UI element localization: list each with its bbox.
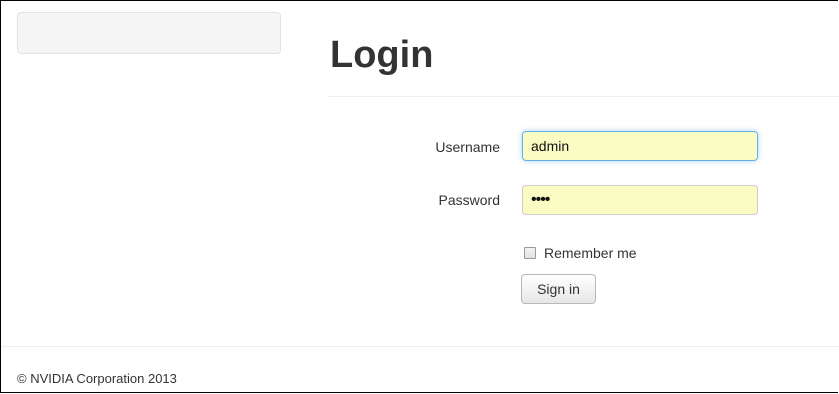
remember-me-option[interactable]: Remember me <box>524 245 637 261</box>
footer-copyright: © NVIDIA Corporation 2013 <box>17 371 177 386</box>
password-label: Password <box>438 192 500 208</box>
sign-in-button[interactable]: Sign in <box>521 274 596 304</box>
remember-me-label: Remember me <box>544 245 637 261</box>
username-label: Username <box>435 139 500 155</box>
username-field[interactable] <box>522 131 758 161</box>
title-divider <box>328 96 839 97</box>
remember-me-checkbox[interactable] <box>524 247 536 259</box>
sidebar-panel <box>17 12 281 54</box>
password-field[interactable] <box>522 185 758 215</box>
page-title: Login <box>330 34 434 76</box>
footer-divider <box>1 346 839 347</box>
